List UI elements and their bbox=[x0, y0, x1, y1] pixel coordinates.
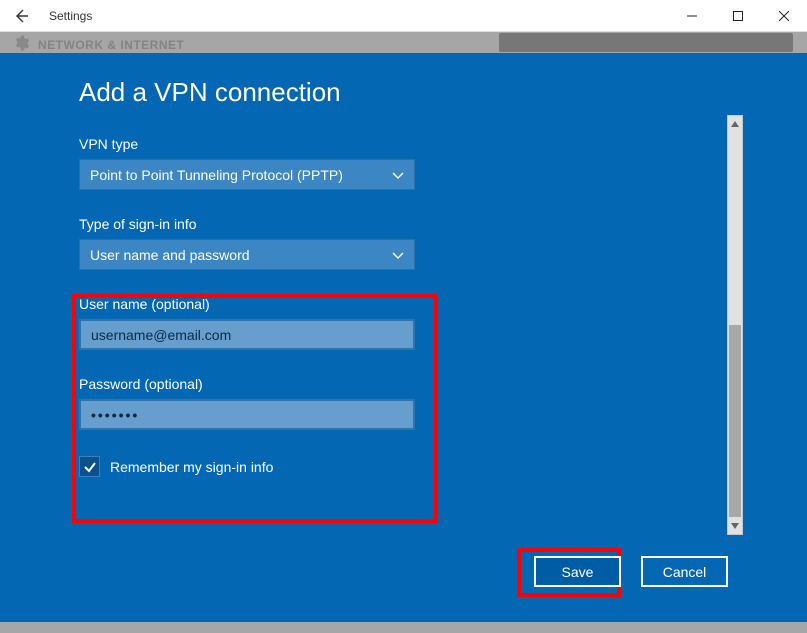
username-input[interactable]: username@email.com bbox=[79, 319, 415, 350]
password-input[interactable]: ••••••• bbox=[79, 399, 415, 430]
minimize-button[interactable] bbox=[669, 0, 715, 31]
username-value: username@email.com bbox=[91, 327, 231, 343]
window-controls bbox=[669, 0, 807, 31]
vpn-type-select[interactable]: Point to Point Tunneling Protocol (PPTP) bbox=[79, 159, 415, 190]
check-icon bbox=[83, 460, 97, 474]
signin-type-field: Type of sign-in info User name and passw… bbox=[79, 216, 728, 270]
chevron-down-icon bbox=[392, 247, 404, 263]
window-title: Settings bbox=[41, 9, 92, 23]
password-label: Password (optional) bbox=[79, 376, 728, 392]
scroll-down-icon[interactable] bbox=[728, 518, 742, 534]
chevron-down-icon bbox=[392, 167, 404, 183]
signin-type-value: User name and password bbox=[90, 247, 250, 263]
section-heading: NETWORK & INTERNET bbox=[38, 38, 184, 52]
save-button[interactable]: Save bbox=[534, 556, 621, 587]
username-label: User name (optional) bbox=[79, 296, 728, 312]
scroll-up-icon[interactable] bbox=[728, 116, 742, 132]
remember-checkbox-row[interactable]: Remember my sign-in info bbox=[79, 456, 728, 477]
signin-type-label: Type of sign-in info bbox=[79, 216, 728, 232]
dialog-title: Add a VPN connection bbox=[79, 77, 728, 108]
vpn-type-label: VPN type bbox=[79, 136, 728, 152]
remember-label: Remember my sign-in info bbox=[110, 459, 273, 475]
cancel-button[interactable]: Cancel bbox=[641, 556, 728, 587]
password-field: Password (optional) ••••••• bbox=[79, 376, 728, 430]
password-value: ••••••• bbox=[91, 407, 139, 423]
vpn-dialog: Add a VPN connection VPN type Point to P… bbox=[0, 53, 807, 622]
signin-type-select[interactable]: User name and password bbox=[79, 239, 415, 270]
back-button[interactable] bbox=[0, 0, 41, 31]
scrollbar[interactable] bbox=[727, 115, 743, 535]
close-button[interactable] bbox=[761, 0, 807, 31]
titlebar: Settings bbox=[0, 0, 807, 32]
footer-strip bbox=[0, 622, 807, 633]
gear-icon bbox=[12, 34, 30, 53]
search-field-bg bbox=[499, 33, 793, 52]
scroll-thumb[interactable] bbox=[729, 325, 741, 517]
maximize-button[interactable] bbox=[715, 0, 761, 31]
username-field: User name (optional) username@email.com bbox=[79, 296, 728, 350]
vpn-type-field: VPN type Point to Point Tunneling Protoc… bbox=[79, 136, 728, 190]
vpn-type-value: Point to Point Tunneling Protocol (PPTP) bbox=[90, 167, 343, 183]
remember-checkbox[interactable] bbox=[79, 456, 100, 477]
arrow-left-icon bbox=[13, 8, 29, 24]
page-header-strip: NETWORK & INTERNET bbox=[0, 32, 807, 53]
